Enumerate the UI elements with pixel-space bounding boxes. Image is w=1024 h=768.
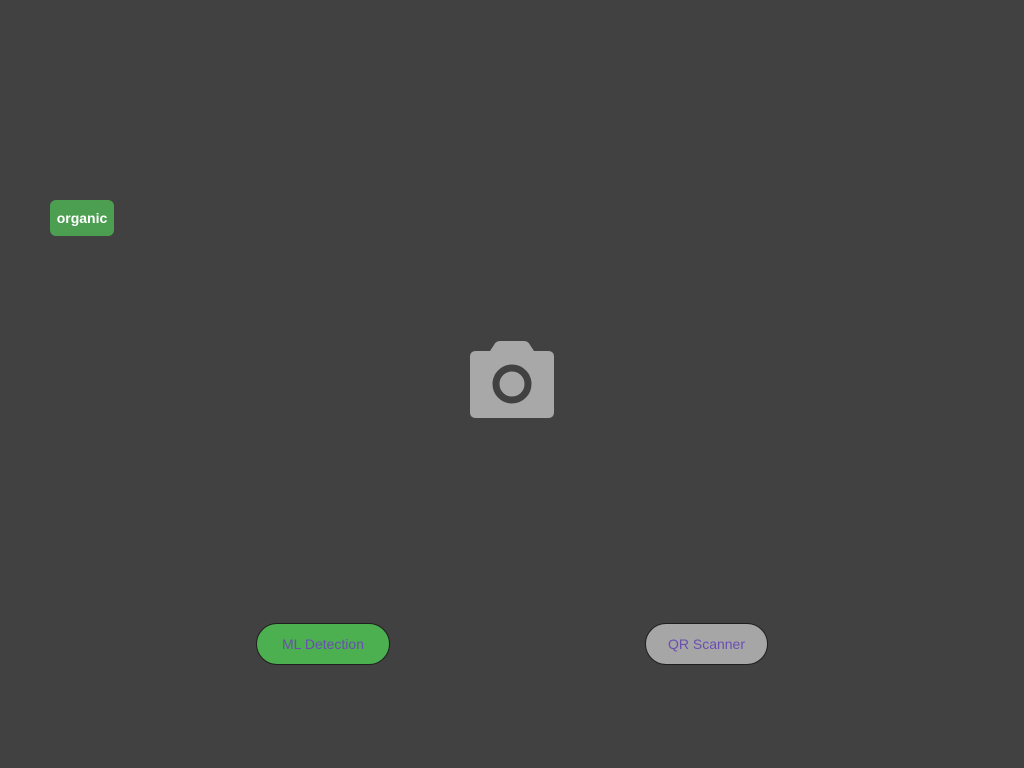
ml-detection-button[interactable]: ML Detection: [256, 623, 390, 665]
camera-preview: organic ML Detection QR Scanner: [0, 0, 1024, 768]
qr-scanner-button[interactable]: QR Scanner: [645, 623, 768, 665]
camera-icon: [470, 341, 554, 418]
detection-label-badge: organic: [50, 200, 114, 236]
